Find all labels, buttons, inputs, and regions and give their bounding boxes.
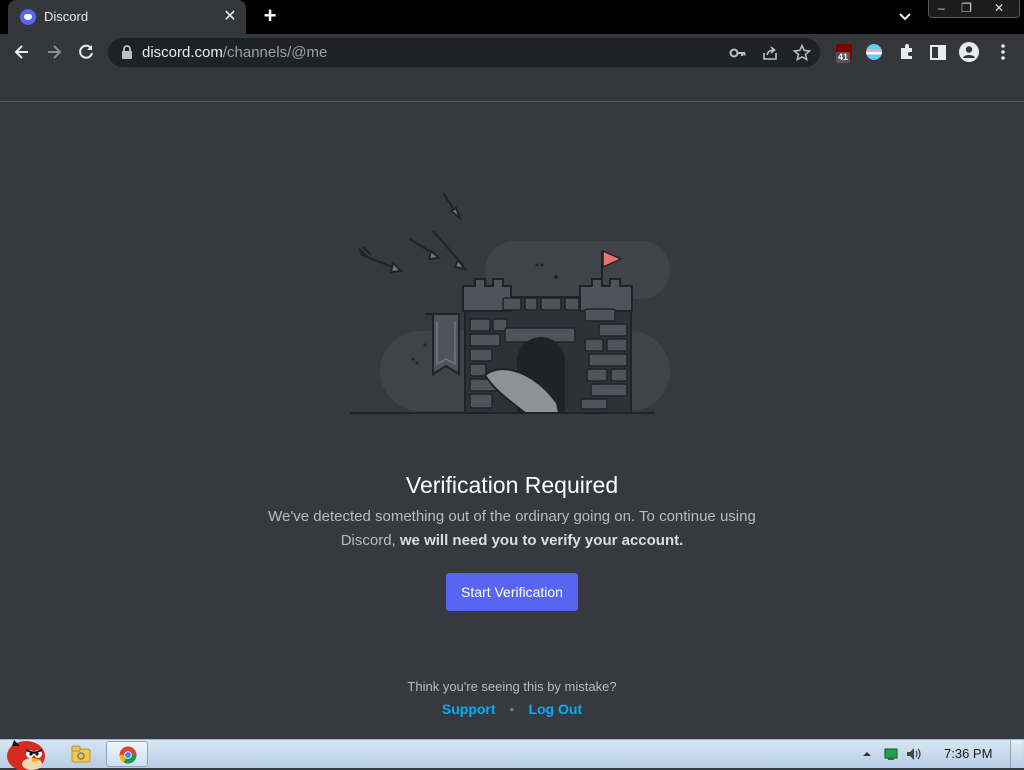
angry-bird-start-icon[interactable] [2,732,48,770]
castle-illustration [350,192,670,414]
globe-extension-icon[interactable] [866,44,882,60]
mistake-prompt: Think you're seeing this by mistake? [407,679,617,694]
close-window-button[interactable]: ✕ [979,0,1019,17]
back-arrow-icon[interactable] [12,42,32,62]
show-desktop-button[interactable] [1010,740,1022,768]
chrome-taskbar-button[interactable] [106,741,148,767]
link-separator: • [509,701,515,717]
tray-arrow-icon[interactable] [860,747,874,761]
page-description: We've detected something out of the ordi… [252,505,772,553]
help-links: Support • Log Out [0,701,1024,717]
explorer-icon[interactable] [70,741,92,767]
star-icon[interactable] [792,43,812,63]
share-icon[interactable] [760,43,780,63]
minimize-button[interactable]: – [929,0,954,17]
taskbar-clock: 7:36 PM [944,746,993,761]
page-title: Verification Required [405,472,619,498]
url-text: discord.com/channels/@me [142,44,328,61]
browser-toolbar: discord.com/channels/@me [0,34,1024,70]
tab-strip: Discord ✕ + – ❐ ✕ [0,0,1024,34]
description-emphasis: we will need you to verify your account. [399,532,684,549]
support-link[interactable]: Support [442,701,496,717]
tab-title: Discord [44,9,89,24]
profile-icon[interactable] [958,41,980,63]
new-tab-button[interactable]: + [258,5,282,29]
address-bar[interactable]: discord.com/channels/@me [108,38,820,67]
tab-search-chevron-icon[interactable] [895,7,915,27]
reload-icon[interactable] [76,42,96,62]
network-icon[interactable] [884,747,898,761]
ublock-badge: 41 [836,52,851,63]
window-controls: – ❐ ✕ [928,0,1020,18]
menu-dots-icon[interactable] [992,41,1014,63]
puzzle-icon[interactable] [896,41,918,63]
taskbar: 7:36 PM [0,739,1024,770]
volume-icon[interactable] [906,747,924,761]
start-verification-button[interactable]: Start Verification [446,573,578,611]
discord-page: Verification Required We've detected som… [0,103,1024,739]
logout-link[interactable]: Log Out [528,701,582,717]
restore-button[interactable]: ❐ [954,0,979,17]
tab-discord[interactable]: Discord ✕ [8,0,246,34]
chrome-icon [119,746,137,764]
lock-icon[interactable] [120,45,134,60]
tab-close-button[interactable]: ✕ [220,7,240,27]
forward-arrow-icon[interactable] [44,42,64,62]
discord-favicon-icon [20,9,36,25]
key-icon[interactable] [728,43,748,63]
sidepanel-icon[interactable] [927,41,949,63]
bookmarks-bar [0,70,1024,102]
